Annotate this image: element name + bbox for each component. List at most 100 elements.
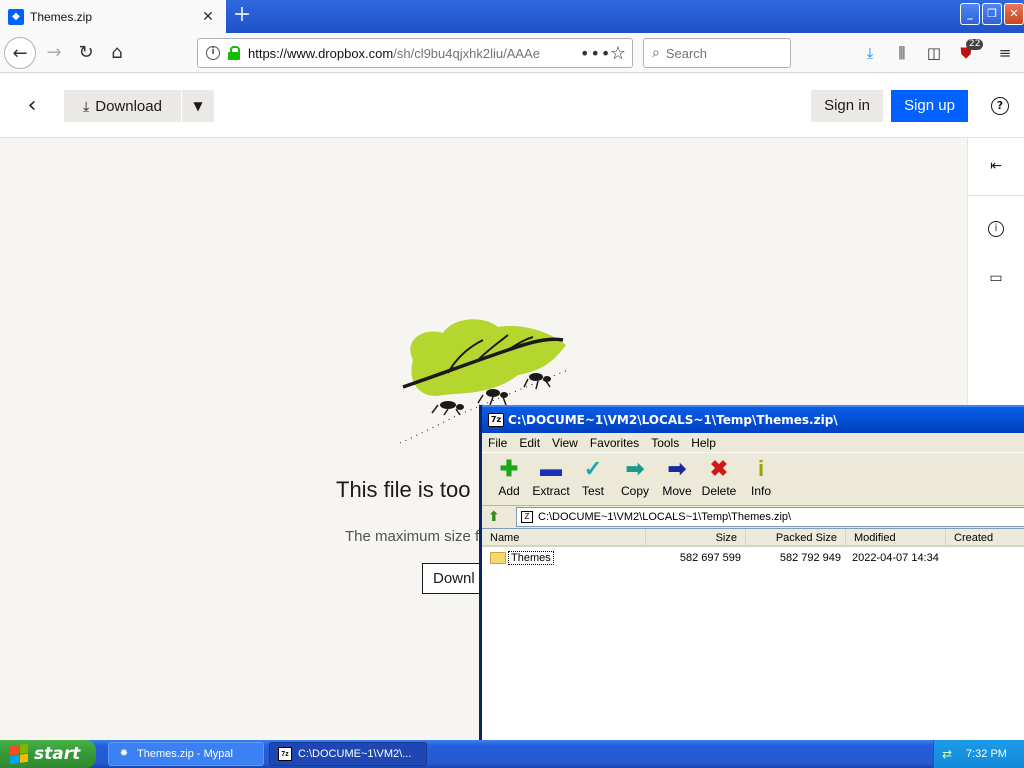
help-icon[interactable]: ? [991,97,1009,115]
sevenzip-task-icon: 7z [278,747,292,761]
library-icon[interactable]: ⫼ [888,37,916,69]
downloads-icon[interactable]: ⤓ [856,37,884,69]
move-button[interactable]: ➡ Move [656,454,698,505]
add-button[interactable]: ✚ Add [488,454,530,505]
col-name[interactable]: Name [482,529,646,547]
back-button[interactable]: ← [4,37,36,69]
mypal-icon: ✹ [119,748,129,759]
windows-logo-icon [10,743,28,765]
site-info-icon[interactable]: i [206,46,220,60]
lock-icon [228,46,240,60]
download-options-button[interactable]: ▼ [182,90,214,122]
sidebar-icon[interactable]: ◫ [920,37,948,69]
close-tab-icon[interactable]: ✕ [200,9,216,25]
system-tray: ⇄ 7:32 PM [933,740,1024,768]
delete-icon: ✖ [709,456,729,481]
info-label: Info [750,484,771,498]
home-button[interactable]: ⌂ [101,37,133,69]
search-input[interactable]: ⌕ Search [643,38,791,68]
url-bar[interactable]: i https://www.dropbox.com/sh/cl9bu4qjxhk… [197,38,633,68]
network-icon[interactable]: ⇄ [942,747,956,761]
taskbar-item-label: C:\DOCUME~1\VM2\... [298,748,412,760]
url-text[interactable]: https://www.dropbox.com/sh/cl9bu4qjxhk2l… [248,46,580,61]
ublock-icon[interactable]: ⛊ 22 [952,37,984,69]
tab-bar: ◆ Themes.zip ✕ + _ ❐ ✕ [0,0,1024,33]
test-label: Test [581,484,604,498]
col-packed-size[interactable]: Packed Size [746,529,846,547]
delete-label: Delete [701,484,737,498]
message-title: This file is too [336,477,471,502]
comment-icon[interactable]: ▭ [986,268,1006,288]
delete-button[interactable]: ✖ Delete [698,454,740,505]
address-field[interactable]: Z C:\DOCUME~1\VM2\LOCALS~1\Temp\Themes.z… [516,507,1024,527]
download-button[interactable]: ⤓ Download [64,90,181,122]
test-icon: ✓ [583,456,603,481]
navigation-toolbar: ← → ↻ ⌂ i https://www.dropbox.com/sh/cl9… [0,33,1024,73]
close-window-button[interactable]: ✕ [1004,3,1024,25]
test-button[interactable]: ✓ Test [572,454,614,505]
extract-button[interactable]: ▬ Extract [530,454,572,505]
panel-divider [968,195,1024,196]
copy-label: Copy [620,484,649,498]
menu-tools[interactable]: Tools [651,436,679,450]
menu-view[interactable]: View [552,436,578,450]
clock[interactable]: 7:32 PM [966,748,1007,760]
search-placeholder: Search [665,45,708,61]
sevenzip-window: 7z C:\DOCUME~1\VM2\LOCALS~1\Temp\Themes.… [479,405,1024,748]
row-size: 582 697 599 [679,552,741,564]
menu-help[interactable]: Help [691,436,716,450]
col-modified[interactable]: Modified [846,529,946,547]
sign-in-button[interactable]: Sign in [811,90,883,122]
file-list: Name Size Packed Size Modified Created T… [482,528,1024,748]
copy-button[interactable]: ➡ Copy [614,454,656,505]
menu-file[interactable]: File [488,436,507,450]
info-button[interactable]: i Info [740,454,782,505]
collapse-panel-icon[interactable]: ⇤ [986,156,1006,176]
reload-button[interactable]: ↻ [70,37,102,69]
move-label: Move [662,484,692,498]
folder-icon [490,552,506,565]
sevenzip-titlebar[interactable]: 7z C:\DOCUME~1\VM2\LOCALS~1\Temp\Themes.… [482,405,1024,433]
menu-edit[interactable]: Edit [519,436,540,450]
copy-icon: ➡ [625,456,645,481]
forward-button[interactable]: → [38,37,70,69]
sevenzip-menubar: File Edit View Favorites Tools Help [482,433,1024,453]
add-icon: ✚ [499,456,519,481]
taskbar-item-sevenzip[interactable]: 7z C:\DOCUME~1\VM2\... [269,742,427,766]
row-modified: 2022-04-07 14:34 [852,552,939,564]
col-created[interactable]: Created [946,529,1024,547]
window-controls: _ ❐ ✕ [960,3,1024,25]
download-label: Download [95,97,162,115]
restore-button[interactable]: ❐ [982,3,1002,25]
taskbar: start ✹ Themes.zip - Mypal 7z C:\DOCUME~… [0,740,1024,768]
taskbar-item-mypal[interactable]: ✹ Themes.zip - Mypal [108,742,264,766]
page-actions-icon[interactable]: ••• [580,44,610,63]
menu-icon[interactable]: ≡ [991,37,1019,69]
move-icon: ➡ [667,456,687,481]
table-row[interactable]: Themes 582 697 599 582 792 949 2022-04-0… [482,549,1024,567]
tab-title: Themes.zip [30,9,93,24]
col-size[interactable]: Size [646,529,746,547]
download-icon: ⤓ [83,97,90,114]
back-chevron-icon[interactable]: ‹ [20,92,44,120]
sign-up-button[interactable]: Sign up [891,90,968,122]
desktop: ◆ Themes.zip ✕ + _ ❐ ✕ ← → ↻ ⌂ i https:/… [0,0,1024,768]
taskbar-item-label: Themes.zip - Mypal [137,748,233,760]
menu-favorites[interactable]: Favorites [590,436,639,450]
ublock-badge: 22 [966,39,984,50]
message-subtitle: The maximum size f [345,528,480,545]
new-tab-button[interactable]: + [230,4,254,28]
dropbox-header: ‹ ⤓ Download ▼ Sign in Sign up ? [0,74,1024,138]
file-list-header: Name Size Packed Size Modified Created [482,529,1024,547]
address-text: C:\DOCUME~1\VM2\LOCALS~1\Temp\Themes.zip… [538,511,792,523]
start-button[interactable]: start [0,740,96,768]
info-icon[interactable]: i [988,221,1004,237]
tab-themes-zip[interactable]: ◆ Themes.zip ✕ [0,0,226,33]
sevenzip-toolbar: ✚ Add ▬ Extract ✓ Test ➡ Copy ➡ Move ✖ Delete … [482,454,1024,506]
sevenzip-address-bar: ⬆ Z C:\DOCUME~1\VM2\LOCALS~1\Temp\Themes… [482,506,1024,528]
bookmark-star-icon[interactable]: ☆ [604,43,632,64]
minimize-button[interactable]: _ [960,3,980,25]
row-name-cell: Themes [490,549,554,567]
up-folder-icon[interactable]: ⬆ [488,509,506,525]
add-label: Add [498,484,520,498]
